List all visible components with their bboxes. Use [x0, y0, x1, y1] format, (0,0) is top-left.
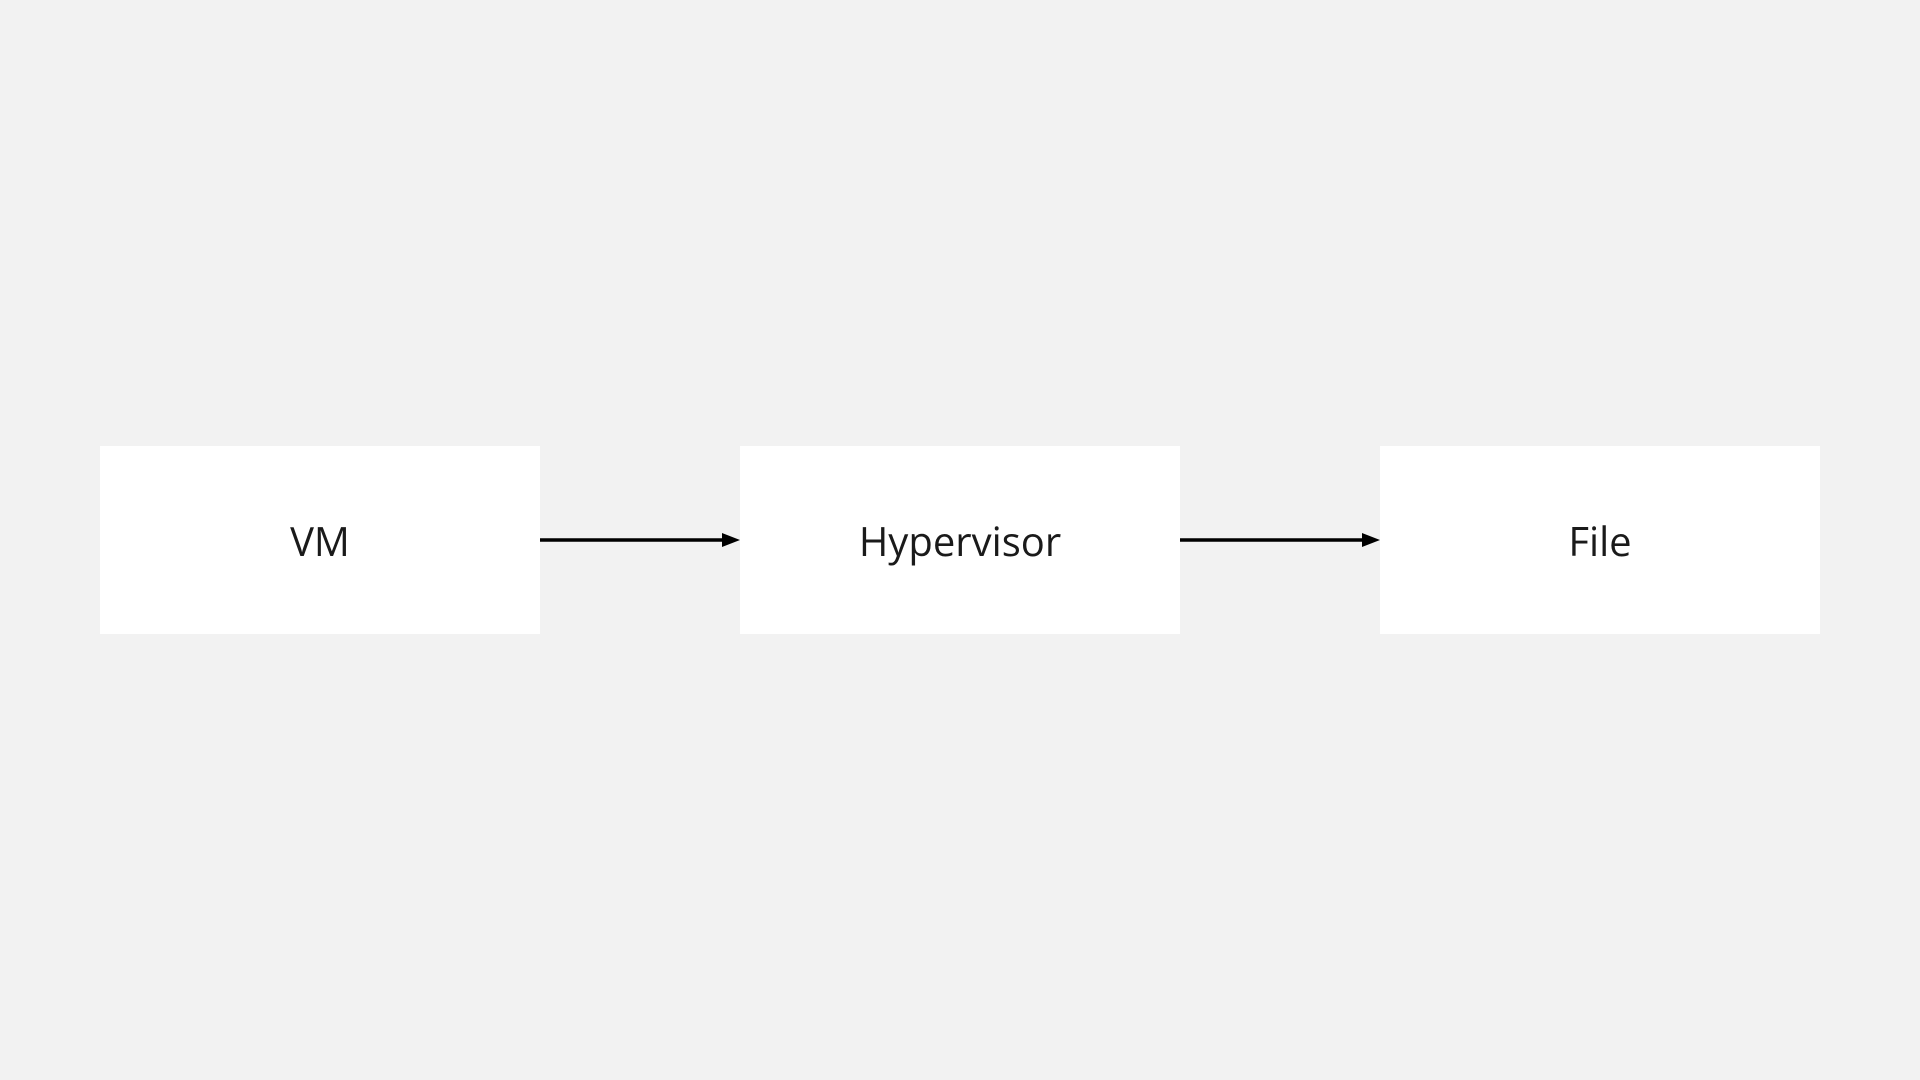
node-vm: VM — [100, 446, 540, 634]
arrow-icon — [540, 520, 740, 560]
arrow-icon — [1180, 520, 1380, 560]
node-label: File — [1568, 513, 1631, 568]
node-label: VM — [290, 513, 350, 568]
node-file: File — [1380, 446, 1820, 634]
node-label: Hypervisor — [859, 513, 1061, 568]
node-hypervisor: Hypervisor — [740, 446, 1180, 634]
flow-diagram: VM Hypervisor File — [100, 446, 1820, 634]
